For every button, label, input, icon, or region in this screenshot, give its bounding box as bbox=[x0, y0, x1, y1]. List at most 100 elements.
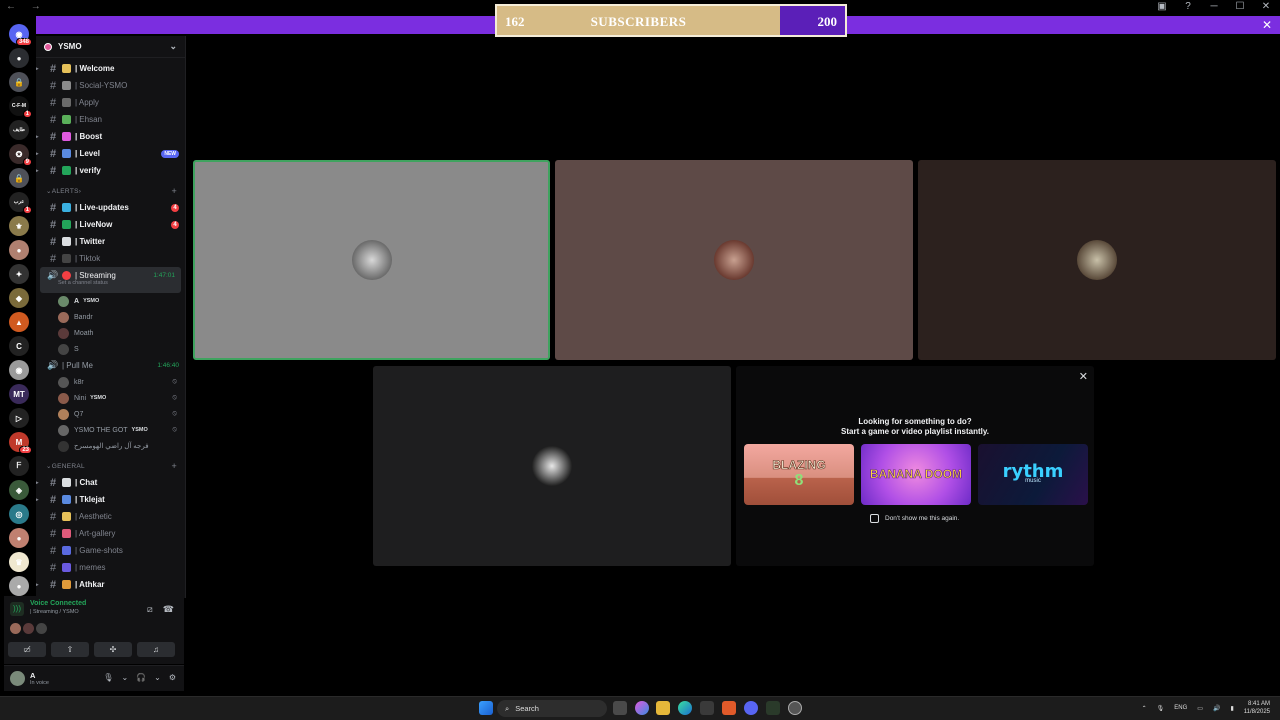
brave-icon[interactable] bbox=[722, 701, 736, 715]
noise-suppression-icon[interactable]: ⧄ bbox=[147, 604, 153, 615]
server-icon[interactable]: ◈ bbox=[9, 480, 29, 500]
lock-server-icon[interactable]: 🔒 bbox=[9, 72, 29, 92]
nav-arrows[interactable]: ← → bbox=[6, 1, 47, 12]
server-icon[interactable]: ✪ 9 bbox=[9, 144, 32, 166]
windows-start-icon[interactable] bbox=[479, 701, 493, 715]
banner-close-icon[interactable]: ✕ bbox=[1262, 18, 1272, 32]
server-icon[interactable]: ● bbox=[9, 528, 29, 548]
server-icon[interactable]: ▷ bbox=[9, 408, 29, 428]
voice-member[interactable]: Bandr bbox=[36, 309, 185, 325]
server-icon[interactable]: ◉ bbox=[9, 360, 29, 380]
server-icon[interactable]: ◎ bbox=[9, 504, 29, 524]
participant-tile[interactable] bbox=[193, 160, 550, 360]
help-icon[interactable]: ? bbox=[1182, 1, 1194, 12]
user-name[interactable]: A bbox=[30, 671, 35, 680]
channel-item[interactable]: ▸ # | Tklejat bbox=[36, 491, 185, 508]
avatar[interactable] bbox=[10, 671, 25, 686]
signal-icon[interactable]: ))) bbox=[10, 602, 24, 616]
server-icon[interactable]: ﻃﺎﻳﻒ bbox=[9, 120, 29, 140]
network-icon[interactable]: ▭ bbox=[1197, 705, 1203, 712]
server-icon[interactable]: ♛ bbox=[9, 552, 29, 572]
channel-item[interactable]: # | Apply bbox=[36, 94, 185, 111]
server-icon[interactable]: ⚜ bbox=[9, 216, 29, 236]
participant-tile[interactable] bbox=[918, 160, 1276, 360]
task-view-icon[interactable] bbox=[613, 701, 627, 715]
chevron-up-icon[interactable]: ⌃ bbox=[1142, 705, 1147, 712]
gear-icon[interactable]: ⚙ bbox=[169, 673, 176, 682]
server-icon[interactable]: C-F-M 1 bbox=[9, 96, 32, 118]
channel-item[interactable]: ▸ # | Welcome bbox=[36, 60, 185, 77]
checkbox-icon[interactable] bbox=[870, 514, 879, 523]
server-icon[interactable]: C bbox=[9, 336, 29, 356]
channel-item[interactable]: # | Social-YSMO bbox=[36, 77, 185, 94]
discord-icon[interactable] bbox=[744, 701, 758, 715]
close-icon[interactable]: ✕ bbox=[1260, 1, 1272, 12]
chat-bubble-icon[interactable]: ● bbox=[9, 48, 29, 68]
language-indicator[interactable]: ENG bbox=[1174, 705, 1187, 711]
voice-member[interactable]: Moath bbox=[36, 325, 185, 341]
voice-location[interactable]: | Streaming / YSMO bbox=[30, 609, 79, 615]
avatar[interactable] bbox=[36, 623, 47, 634]
channel-item[interactable]: # | LiveNow 4 bbox=[36, 216, 185, 233]
soundboard-button[interactable]: ♫ bbox=[137, 642, 175, 657]
channel-item[interactable]: # | Ehsan bbox=[36, 111, 185, 128]
volume-icon[interactable]: 🔊 bbox=[1213, 705, 1220, 712]
disconnect-icon[interactable]: ☎ bbox=[163, 604, 174, 615]
close-icon[interactable]: ✕ bbox=[1079, 370, 1088, 383]
channel-item[interactable]: # | Game-shots bbox=[36, 542, 185, 559]
discord-home-icon[interactable]: ◉ 348 bbox=[9, 24, 32, 46]
server-icon[interactable]: ᖴ bbox=[9, 456, 29, 476]
channel-item[interactable]: # | Twitter bbox=[36, 233, 185, 250]
chevron-down-icon[interactable]: ⌄ bbox=[121, 673, 128, 682]
channel-item[interactable]: ▸ # | Level NEW bbox=[36, 145, 185, 162]
channel-item[interactable]: ▸ # | Athkar bbox=[36, 576, 185, 593]
server-icon[interactable]: ◆ bbox=[9, 288, 29, 308]
camera-off-button[interactable]: ▭̸ bbox=[8, 642, 46, 657]
obs-icon[interactable] bbox=[788, 701, 802, 715]
store-icon[interactable] bbox=[700, 701, 714, 715]
voice-member[interactable]: A YSMO bbox=[36, 293, 185, 309]
chevron-down-icon[interactable]: ⌄ bbox=[169, 41, 177, 52]
channel-item[interactable]: # | Art-gallery bbox=[36, 525, 185, 542]
server-icon[interactable]: M 23 bbox=[9, 432, 32, 454]
inbox-icon[interactable]: ▣ bbox=[1156, 1, 1168, 12]
channel-status[interactable]: Set a channel status bbox=[46, 280, 108, 286]
voice-channel-streaming[interactable]: 🔊 | Streaming 1:47:01 Set a channel stat… bbox=[40, 267, 181, 293]
channel-item[interactable]: # | Tiktok bbox=[36, 250, 185, 267]
channel-item[interactable]: ▸ # | Chat bbox=[36, 474, 185, 491]
voice-member[interactable]: ﻓﺮﺟﻪ ﺁﻝ ﺭﺍﺿﻲ ﺍﻟﻬﻮﻣﺴﺮﺡ bbox=[36, 438, 185, 454]
taskbar-search[interactable]: ⌕ Search bbox=[497, 700, 607, 717]
dont-show-checkbox[interactable]: Don't show me this again. bbox=[870, 514, 959, 523]
category-general[interactable]: ⌄ GENERAL + bbox=[36, 458, 185, 474]
channel-item[interactable]: # | Aesthetic bbox=[36, 508, 185, 525]
voice-connected-label[interactable]: Voice Connected bbox=[30, 600, 86, 607]
battery-icon[interactable]: ▮ bbox=[1230, 705, 1233, 712]
add-channel-icon[interactable]: + bbox=[171, 461, 177, 471]
activity-card-blazing[interactable]: BLAZING 8 bbox=[744, 444, 854, 505]
avatar[interactable] bbox=[10, 623, 21, 634]
chevron-down-icon[interactable]: ⌄ bbox=[154, 673, 161, 682]
server-icon[interactable]: ● bbox=[9, 240, 29, 260]
server-icon[interactable]: ● bbox=[9, 576, 29, 596]
microphone-icon[interactable]: 🎙 bbox=[1157, 705, 1165, 712]
participant-tile[interactable] bbox=[373, 366, 731, 566]
channel-item[interactable]: # | memes bbox=[36, 559, 185, 576]
voice-channel-pullme[interactable]: 🔊 | Pull Me 1:46:40 bbox=[36, 357, 185, 374]
category-alerts[interactable]: ⌄ ALERTS › + bbox=[36, 183, 185, 199]
lock-server-icon[interactable]: 🔒 bbox=[9, 168, 29, 188]
share-screen-button[interactable]: ⇧ bbox=[51, 642, 89, 657]
voice-member[interactable]: Nini YSMO ⦸ bbox=[36, 390, 185, 406]
activities-button[interactable]: ✣ bbox=[94, 642, 132, 657]
server-icon[interactable]: ✦ bbox=[9, 264, 29, 284]
server-icon[interactable]: ▲ bbox=[9, 312, 29, 332]
headphones-icon[interactable]: 🎧 bbox=[136, 673, 146, 682]
server-icon[interactable]: ﻋﺮﺏ 1 bbox=[9, 192, 32, 214]
add-channel-icon[interactable]: + bbox=[171, 186, 177, 196]
minimize-icon[interactable]: ─ bbox=[1208, 1, 1220, 12]
participant-tile[interactable] bbox=[555, 160, 913, 360]
microphone-icon[interactable]: 🎙 bbox=[103, 673, 113, 682]
avatar[interactable] bbox=[23, 623, 34, 634]
maximize-icon[interactable]: ☐ bbox=[1234, 1, 1246, 12]
copilot-icon[interactable] bbox=[635, 701, 649, 715]
channel-item[interactable]: # | Live-updates 4 bbox=[36, 199, 185, 216]
